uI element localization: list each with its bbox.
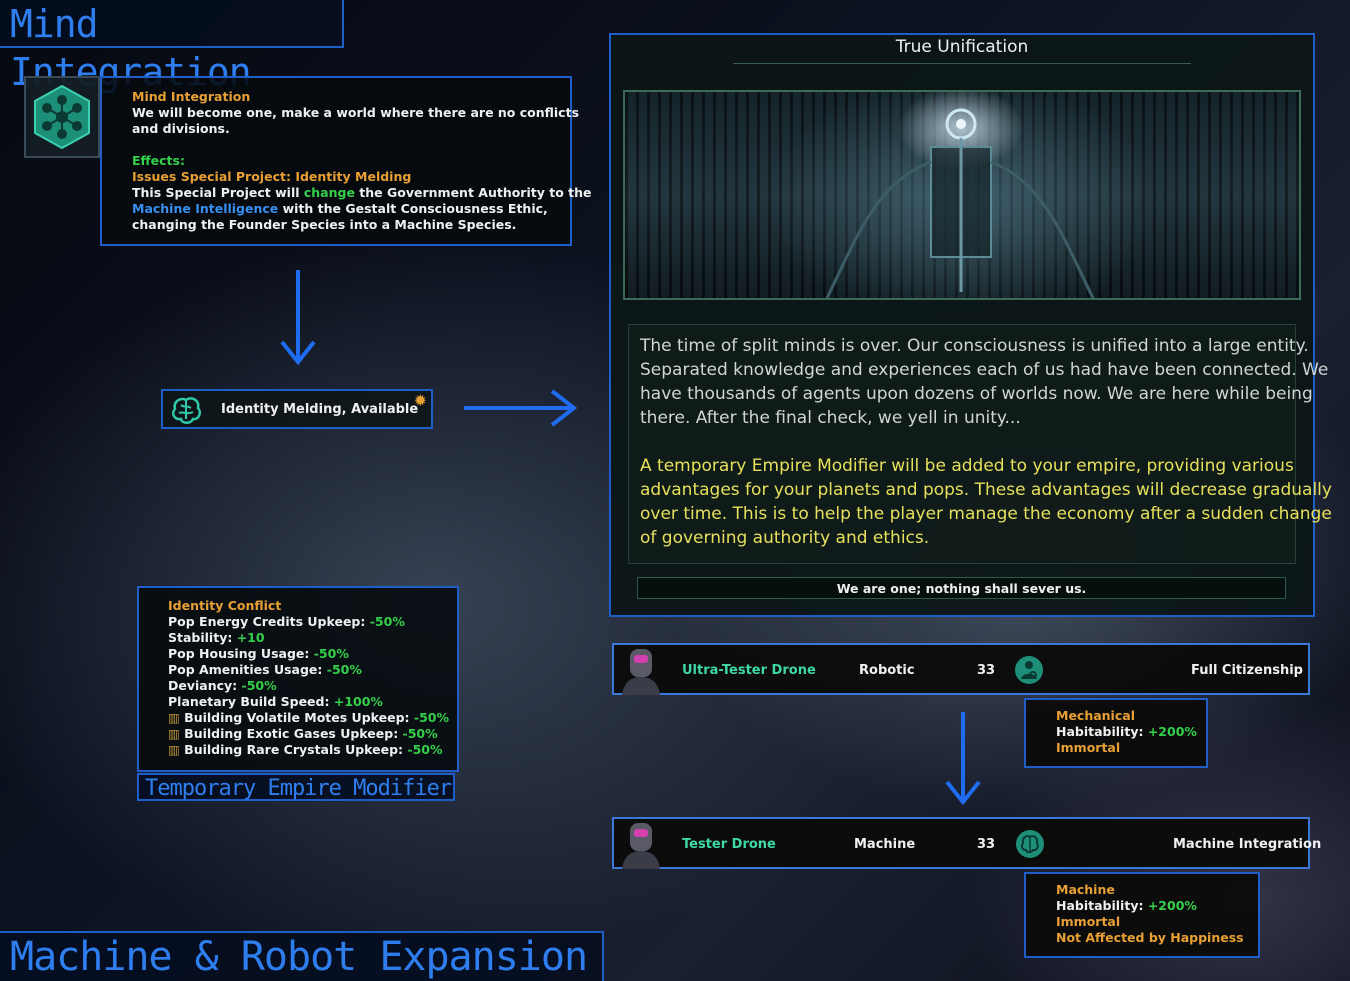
hex-node-network-icon bbox=[34, 84, 90, 150]
event-body-2: Separated knowledge and experiences each… bbox=[640, 360, 1329, 380]
brain-icon bbox=[172, 397, 202, 424]
effect-change: change bbox=[303, 185, 355, 200]
building-icon: ▥ bbox=[168, 710, 185, 725]
effect-line-a3: the Government Authority to the bbox=[354, 185, 592, 200]
building-icon: ▥ bbox=[168, 742, 185, 757]
effect-machine-intelligence: Machine Intelligence bbox=[132, 201, 279, 216]
event-response-button[interactable]: We are one; nothing shall sever us. bbox=[637, 577, 1286, 599]
modifier-line-value: -50% bbox=[402, 726, 438, 741]
species-name: Tester Drone bbox=[682, 837, 776, 852]
arrow-down-icon bbox=[280, 270, 316, 366]
species-after-traits: Machine Habitability: +200% Immortal Not… bbox=[1024, 872, 1260, 958]
robot-portrait-icon bbox=[622, 823, 660, 869]
species-count: 33 bbox=[977, 663, 996, 678]
modifier-line-label: Building Exotic Gases Upkeep: bbox=[184, 726, 403, 741]
species-class: Robotic bbox=[859, 663, 915, 678]
event-note-4: of governing authority and ethics. bbox=[640, 528, 930, 548]
modifier-line-value: -50% bbox=[313, 646, 349, 661]
habitability-value: +200% bbox=[1147, 898, 1197, 913]
event-image bbox=[623, 90, 1301, 300]
habitability-value: +200% bbox=[1147, 724, 1197, 739]
event-title-underline bbox=[733, 63, 1191, 64]
core-machine-icon bbox=[825, 108, 1095, 298]
species-class: Machine bbox=[854, 837, 916, 852]
species-rights: Machine Integration bbox=[1173, 837, 1322, 852]
modifier-line-value: +10 bbox=[236, 630, 265, 645]
modifier-line-label: Stability: bbox=[168, 630, 237, 645]
species-before-traits: Mechanical Habitability: +200% Immortal bbox=[1024, 698, 1208, 768]
bottom-title: Machine & Robot Expansion bbox=[10, 934, 588, 980]
arrow-down-icon bbox=[945, 712, 981, 806]
modifier-line-label: Deviancy: bbox=[168, 678, 242, 693]
trait-not-affected: Not Affected by Happiness bbox=[1056, 930, 1244, 945]
species-row-after[interactable]: Tester Drone Machine 33 Machine Integrat… bbox=[612, 817, 1321, 869]
modifier-caption-banner: Temporary Empire Modifier bbox=[137, 773, 455, 801]
event-note-2: advantages for your planets and pops. Th… bbox=[640, 480, 1332, 500]
modifier-line-value: +100% bbox=[333, 694, 383, 709]
species-row-before[interactable]: Ultra-Tester Drone Robotic 33 Full Citiz… bbox=[612, 643, 1310, 695]
effect-line-c: changing the Founder Species into a Mach… bbox=[132, 217, 517, 232]
event-response-label: We are one; nothing shall sever us. bbox=[836, 581, 1087, 596]
event-note-1: A temporary Empire Modifier will be adde… bbox=[640, 456, 1294, 476]
trait-immortal: Immortal bbox=[1056, 914, 1121, 929]
gear-person-icon bbox=[1015, 656, 1043, 684]
species-count: 33 bbox=[977, 837, 996, 852]
modifier-line-label: Building Rare Crystals Upkeep: bbox=[184, 742, 408, 757]
event-title: True Unification bbox=[895, 37, 1029, 57]
tradition-icon-frame[interactable] bbox=[24, 76, 100, 158]
modifier-line-value: -50% bbox=[413, 710, 449, 725]
trait-type: Machine bbox=[1056, 882, 1115, 897]
effects-label: Effects: bbox=[132, 153, 185, 168]
event-note: A temporary Empire Modifier will be adde… bbox=[640, 454, 1332, 550]
event-body-3: have thousands of agents upon dozens of … bbox=[640, 384, 1313, 404]
effect-line-a1: This Special Project will bbox=[132, 185, 304, 200]
issues-project: Identity Melding bbox=[295, 169, 412, 184]
gear-icon[interactable]: ✹ bbox=[414, 391, 427, 410]
modifier-line-label: Building Volatile Motes Upkeep: bbox=[184, 710, 414, 725]
tradition-description-1: We will become one, make a world where t… bbox=[132, 105, 580, 120]
species-rights: Full Citizenship bbox=[1191, 663, 1303, 678]
effect-line-b2: with the Gestalt Consciousness Ethic, bbox=[278, 201, 548, 216]
building-icon: ▥ bbox=[168, 726, 185, 741]
modifier-line-label: Pop Energy Credits Upkeep: bbox=[168, 614, 370, 629]
tradition-description-2: and divisions. bbox=[132, 121, 230, 136]
trait-type: Mechanical bbox=[1056, 708, 1135, 723]
modifier-line-value: -50% bbox=[369, 614, 405, 629]
habitability-label: Habitability: bbox=[1056, 724, 1148, 739]
arrow-right-icon bbox=[464, 389, 578, 427]
robot-portrait-icon bbox=[622, 649, 660, 695]
trait-immortal: Immortal bbox=[1056, 740, 1121, 755]
tradition-text: Mind Integration We will become one, mak… bbox=[132, 89, 592, 233]
bottom-title-banner: Machine & Robot Expansion bbox=[0, 931, 604, 981]
special-project-label: Identity Melding, Available bbox=[221, 402, 419, 417]
modifier-text: Identity Conflict Pop Energy Credits Upk… bbox=[168, 598, 449, 758]
special-project-entry[interactable]: Identity Melding, Available ✹ bbox=[161, 389, 433, 429]
species-name: Ultra-Tester Drone bbox=[682, 663, 816, 678]
modifier-line-label: Pop Amenities Usage: bbox=[168, 662, 327, 677]
modifier-line-value: -50% bbox=[241, 678, 277, 693]
brain-icon bbox=[1016, 830, 1044, 858]
tradition-name: Mind Integration bbox=[132, 89, 251, 104]
event-body: The time of split minds is over. Our con… bbox=[640, 334, 1328, 430]
modifier-line-value: -50% bbox=[326, 662, 362, 677]
issues-prefix: Issues Special Project: bbox=[132, 169, 296, 184]
modifier-caption: Temporary Empire Modifier bbox=[145, 776, 452, 801]
event-body-1: The time of split minds is over. Our con… bbox=[640, 336, 1309, 356]
top-title-banner: Mind Integration bbox=[0, 0, 344, 94]
event-body-4: there. After the final check, we yell in… bbox=[640, 408, 1021, 428]
modifier-line-label: Pop Housing Usage: bbox=[168, 646, 314, 661]
modifier-line-label: Planetary Build Speed: bbox=[168, 694, 334, 709]
habitability-label: Habitability: bbox=[1056, 898, 1148, 913]
modifier-name: Identity Conflict bbox=[168, 598, 282, 613]
event-note-3: over time. This is to help the player ma… bbox=[640, 504, 1332, 524]
modifier-line-value: -50% bbox=[407, 742, 443, 757]
